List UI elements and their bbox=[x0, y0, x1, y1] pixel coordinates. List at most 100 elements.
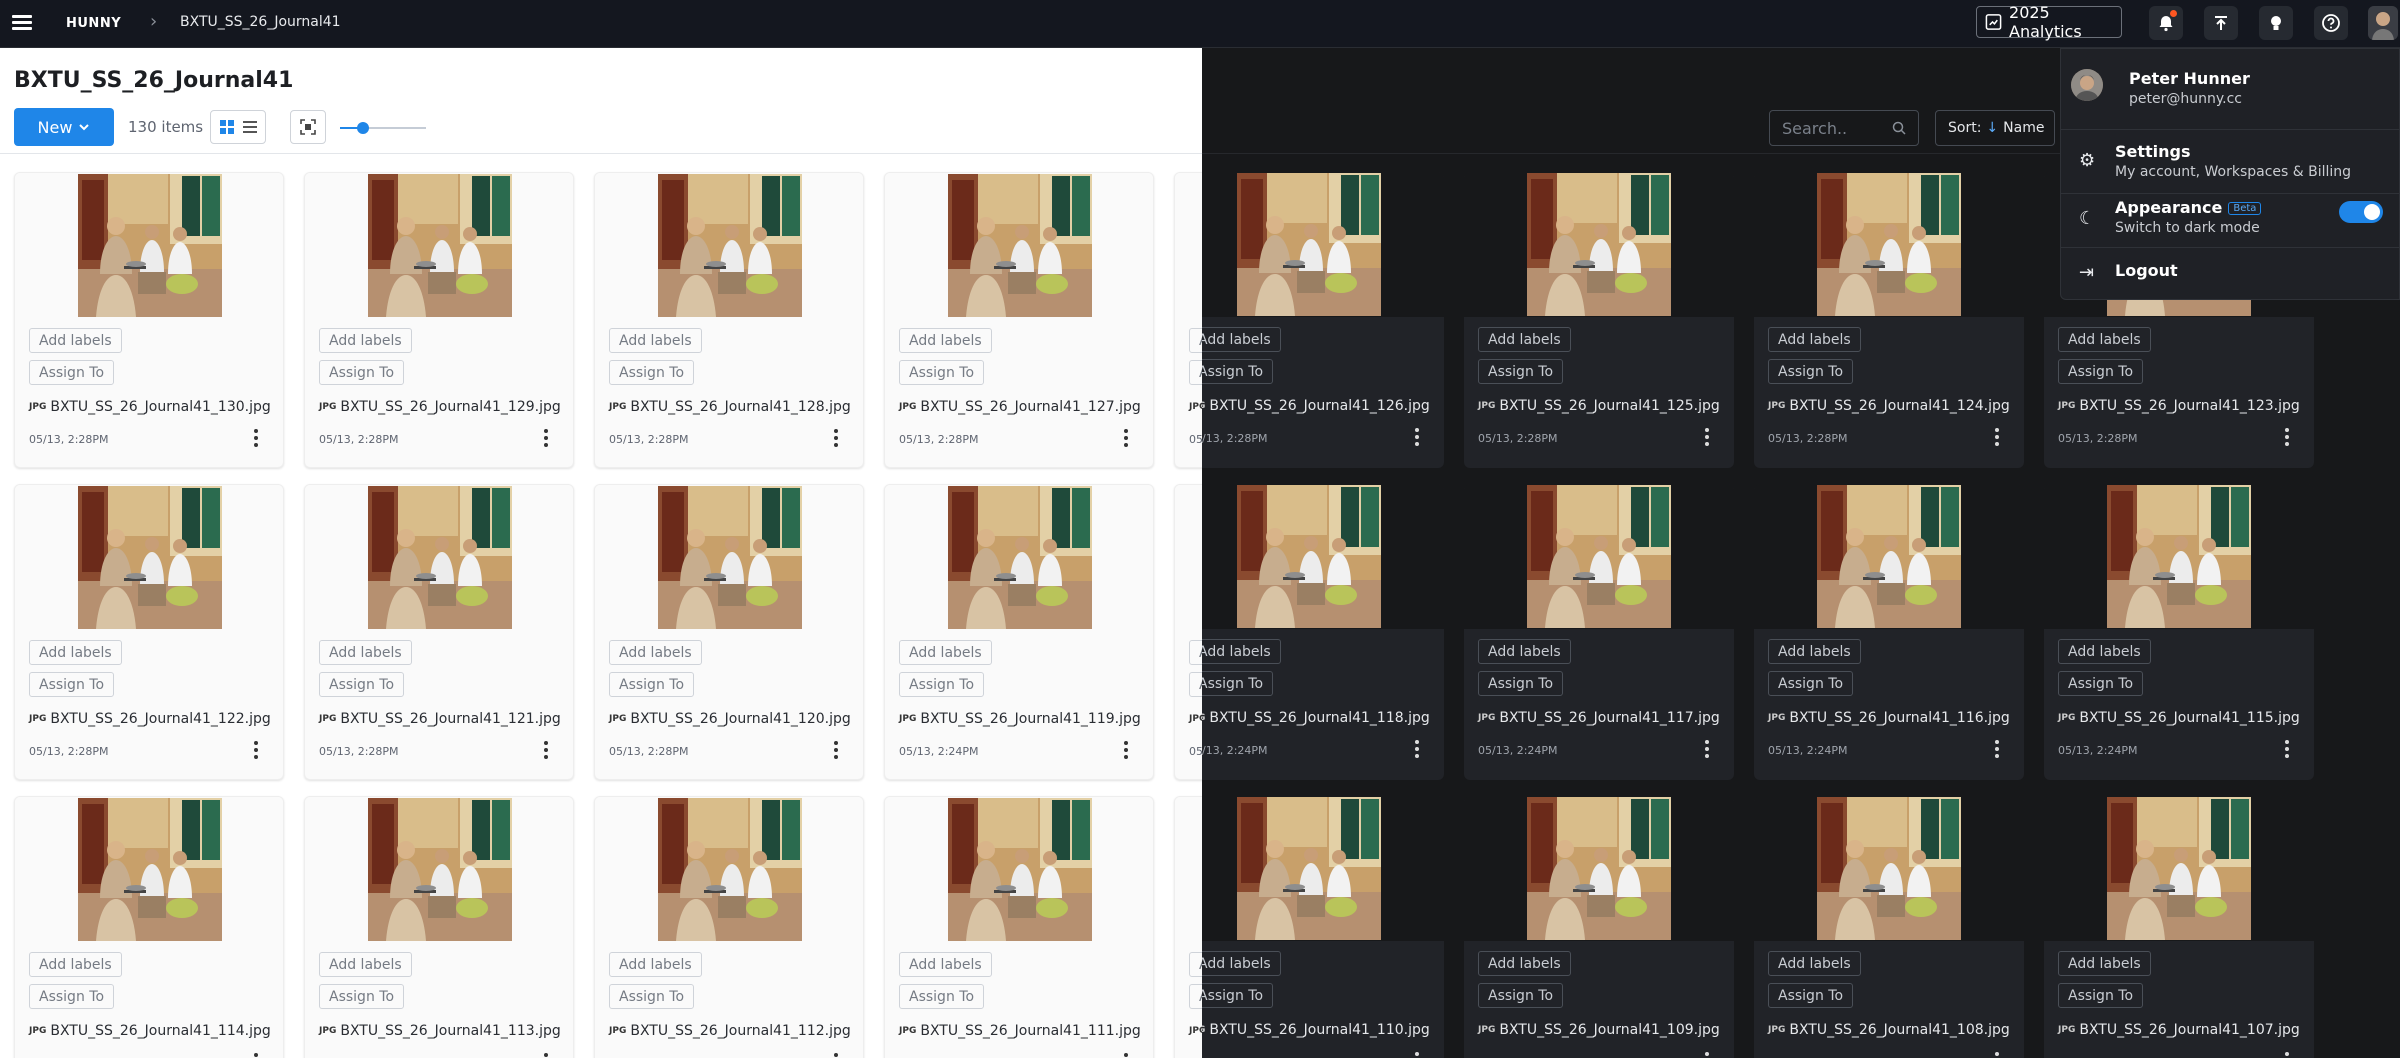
kebab-icon[interactable] bbox=[1123, 741, 1129, 759]
thumbnail-area[interactable] bbox=[1464, 484, 1734, 629]
kebab-icon[interactable] bbox=[1123, 429, 1129, 447]
add-labels-button[interactable]: Add labels bbox=[29, 328, 122, 353]
thumbnail-area[interactable] bbox=[885, 173, 1153, 318]
kebab-icon[interactable] bbox=[253, 1053, 259, 1058]
assign-to-button[interactable]: Assign To bbox=[2058, 359, 2144, 384]
add-labels-button[interactable]: Add labels bbox=[319, 952, 412, 977]
notifications-button[interactable] bbox=[2149, 6, 2183, 40]
add-labels-button[interactable]: Add labels bbox=[1202, 327, 1281, 352]
thumbnail-area[interactable] bbox=[1202, 796, 1444, 941]
file-card[interactable]: Add labels Assign To JPGBXTU_SS_26_Journ… bbox=[1202, 484, 1444, 780]
assign-to-button[interactable]: Assign To bbox=[1202, 359, 1274, 384]
expand-button[interactable] bbox=[290, 110, 326, 144]
assign-to-button[interactable]: Assign To bbox=[1478, 671, 1564, 696]
add-labels-button[interactable]: Add labels bbox=[1202, 951, 1281, 976]
file-card[interactable]: Add labels Assign To JPGBXTU_SS_26_Journ… bbox=[14, 796, 284, 1058]
file-card[interactable]: Add labels Assign To JPGBXTU_SS_26_Journ… bbox=[304, 796, 574, 1058]
assign-to-button[interactable]: Assign To bbox=[609, 984, 695, 1009]
thumbnail-area[interactable] bbox=[1754, 172, 2024, 317]
kebab-icon[interactable] bbox=[2284, 1052, 2290, 1058]
add-labels-button[interactable]: Add labels bbox=[609, 640, 702, 665]
kebab-icon[interactable] bbox=[543, 741, 549, 759]
assign-to-button[interactable]: Assign To bbox=[319, 984, 405, 1009]
thumbnail-size-slider[interactable] bbox=[340, 121, 426, 135]
add-labels-button[interactable]: Add labels bbox=[1202, 639, 1281, 664]
thumbnail-area[interactable] bbox=[1175, 485, 1202, 630]
logout-menu-item[interactable]: ⇥ bbox=[2061, 247, 2400, 301]
assign-to-button[interactable]: Assign To bbox=[899, 672, 985, 697]
add-labels-button[interactable]: Add labels bbox=[1768, 639, 1861, 664]
settings-menu-item[interactable]: ⚙ Settings My account, Workspaces & Bill… bbox=[2061, 129, 2400, 193]
file-card[interactable]: Add labels Assign To JPGBXTU_SS_26_Journ… bbox=[2044, 796, 2314, 1058]
thumbnail-area[interactable] bbox=[1202, 484, 1444, 629]
kebab-icon[interactable] bbox=[543, 1053, 549, 1058]
thumbnail-area[interactable] bbox=[15, 173, 283, 318]
assign-to-button[interactable]: Assign To bbox=[319, 672, 405, 697]
file-card[interactable]: Add labels Assign To JPGBXTU_SS_26_Journ… bbox=[304, 172, 574, 468]
upload-button[interactable] bbox=[2204, 6, 2238, 40]
dark-mode-toggle[interactable] bbox=[2339, 201, 2383, 223]
add-labels-button[interactable]: Add labels bbox=[1189, 328, 1202, 353]
add-labels-button[interactable]: Add labels bbox=[2058, 639, 2151, 664]
file-card[interactable]: Add labels Assign To JPGBXTU_SS_26_Journ… bbox=[14, 172, 284, 468]
thumbnail-area[interactable] bbox=[1464, 796, 1734, 941]
add-labels-button[interactable]: Add labels bbox=[899, 952, 992, 977]
add-labels-button[interactable]: Add labels bbox=[319, 640, 412, 665]
thumbnail-area[interactable] bbox=[305, 485, 573, 630]
thumbnail-area[interactable] bbox=[2044, 484, 2314, 629]
assign-to-button[interactable]: Assign To bbox=[899, 360, 985, 385]
assign-to-button[interactable]: Assign To bbox=[2058, 671, 2144, 696]
assign-to-button[interactable]: Assign To bbox=[2058, 983, 2144, 1008]
breadcrumb[interactable]: BXTU_SS_26_Journal41 bbox=[180, 14, 341, 30]
file-card[interactable]: Add labels Assign To JPGBXTU_SS_26_Journ… bbox=[594, 796, 864, 1058]
kebab-icon[interactable] bbox=[253, 429, 259, 447]
grid-icon[interactable] bbox=[219, 119, 235, 135]
add-labels-button[interactable]: Add labels bbox=[319, 328, 412, 353]
thumbnail-area[interactable] bbox=[305, 173, 573, 318]
add-labels-button[interactable]: Add labels bbox=[1478, 951, 1571, 976]
file-card[interactable]: Add labels Assign To JPGBXTU_SS_26_Journ… bbox=[884, 172, 1154, 468]
assign-to-button[interactable]: Assign To bbox=[29, 360, 115, 385]
kebab-icon[interactable] bbox=[833, 741, 839, 759]
kebab-icon[interactable] bbox=[1704, 1052, 1710, 1058]
slider-knob[interactable] bbox=[357, 122, 370, 134]
search-input[interactable]: Search.. bbox=[1769, 110, 1919, 146]
assign-to-button[interactable]: Assign To bbox=[1478, 983, 1564, 1008]
thumbnail-area[interactable] bbox=[15, 485, 283, 630]
file-card[interactable]: Add labels Assign To JPGBXTU_SS_26_Journ… bbox=[14, 484, 284, 780]
assign-to-button[interactable]: Assign To bbox=[1768, 671, 1854, 696]
kebab-icon[interactable] bbox=[2284, 740, 2290, 758]
kebab-icon[interactable] bbox=[1994, 428, 2000, 446]
thumbnail-area[interactable] bbox=[1175, 173, 1202, 318]
assign-to-button[interactable]: Assign To bbox=[29, 984, 115, 1009]
add-labels-button[interactable]: Add labels bbox=[1189, 952, 1202, 977]
file-card[interactable]: Add labels Assign To JPGBXTU_SS_26_Journ… bbox=[594, 484, 864, 780]
file-card[interactable]: Add labels Assign To JPGBXTU_SS_26_Journ… bbox=[1754, 484, 2024, 780]
file-card[interactable]: Add labels Assign To JPGBXTU_SS_26_Journ… bbox=[1464, 484, 1734, 780]
thumbnail-area[interactable] bbox=[2044, 796, 2314, 941]
kebab-icon[interactable] bbox=[1704, 428, 1710, 446]
thumbnail-area[interactable] bbox=[15, 797, 283, 942]
thumbnail-area[interactable] bbox=[1202, 172, 1444, 317]
kebab-icon[interactable] bbox=[833, 429, 839, 447]
add-labels-button[interactable]: Add labels bbox=[899, 328, 992, 353]
assign-to-button[interactable]: Assign To bbox=[899, 984, 985, 1009]
assign-to-button[interactable]: Assign To bbox=[29, 672, 115, 697]
thumbnail-area[interactable] bbox=[595, 485, 863, 630]
kebab-icon[interactable] bbox=[1994, 1052, 2000, 1058]
kebab-icon[interactable] bbox=[1414, 428, 1420, 446]
kebab-icon[interactable] bbox=[833, 1053, 839, 1058]
user-avatar-button[interactable] bbox=[2368, 6, 2398, 40]
file-card[interactable]: Add labels Assign To JPGBXTU_SS_26_Journ… bbox=[1754, 172, 2024, 468]
file-card[interactable]: Add labels Assign To JPGBXTU_SS_26_Journ… bbox=[1174, 796, 1202, 1058]
add-labels-button[interactable]: Add labels bbox=[609, 328, 702, 353]
add-labels-button[interactable]: Add labels bbox=[29, 640, 122, 665]
file-card[interactable]: Add labels Assign To JPGBXTU_SS_26_Journ… bbox=[1202, 172, 1444, 468]
add-labels-button[interactable]: Add labels bbox=[609, 952, 702, 977]
kebab-icon[interactable] bbox=[2284, 428, 2290, 446]
file-card[interactable]: Add labels Assign To JPGBXTU_SS_26_Journ… bbox=[1464, 796, 1734, 1058]
ideas-button[interactable] bbox=[2259, 6, 2293, 40]
sort-button[interactable]: Sort: ↓ Name bbox=[1935, 110, 2055, 146]
kebab-icon[interactable] bbox=[1414, 1052, 1420, 1058]
add-labels-button[interactable]: Add labels bbox=[1478, 639, 1571, 664]
